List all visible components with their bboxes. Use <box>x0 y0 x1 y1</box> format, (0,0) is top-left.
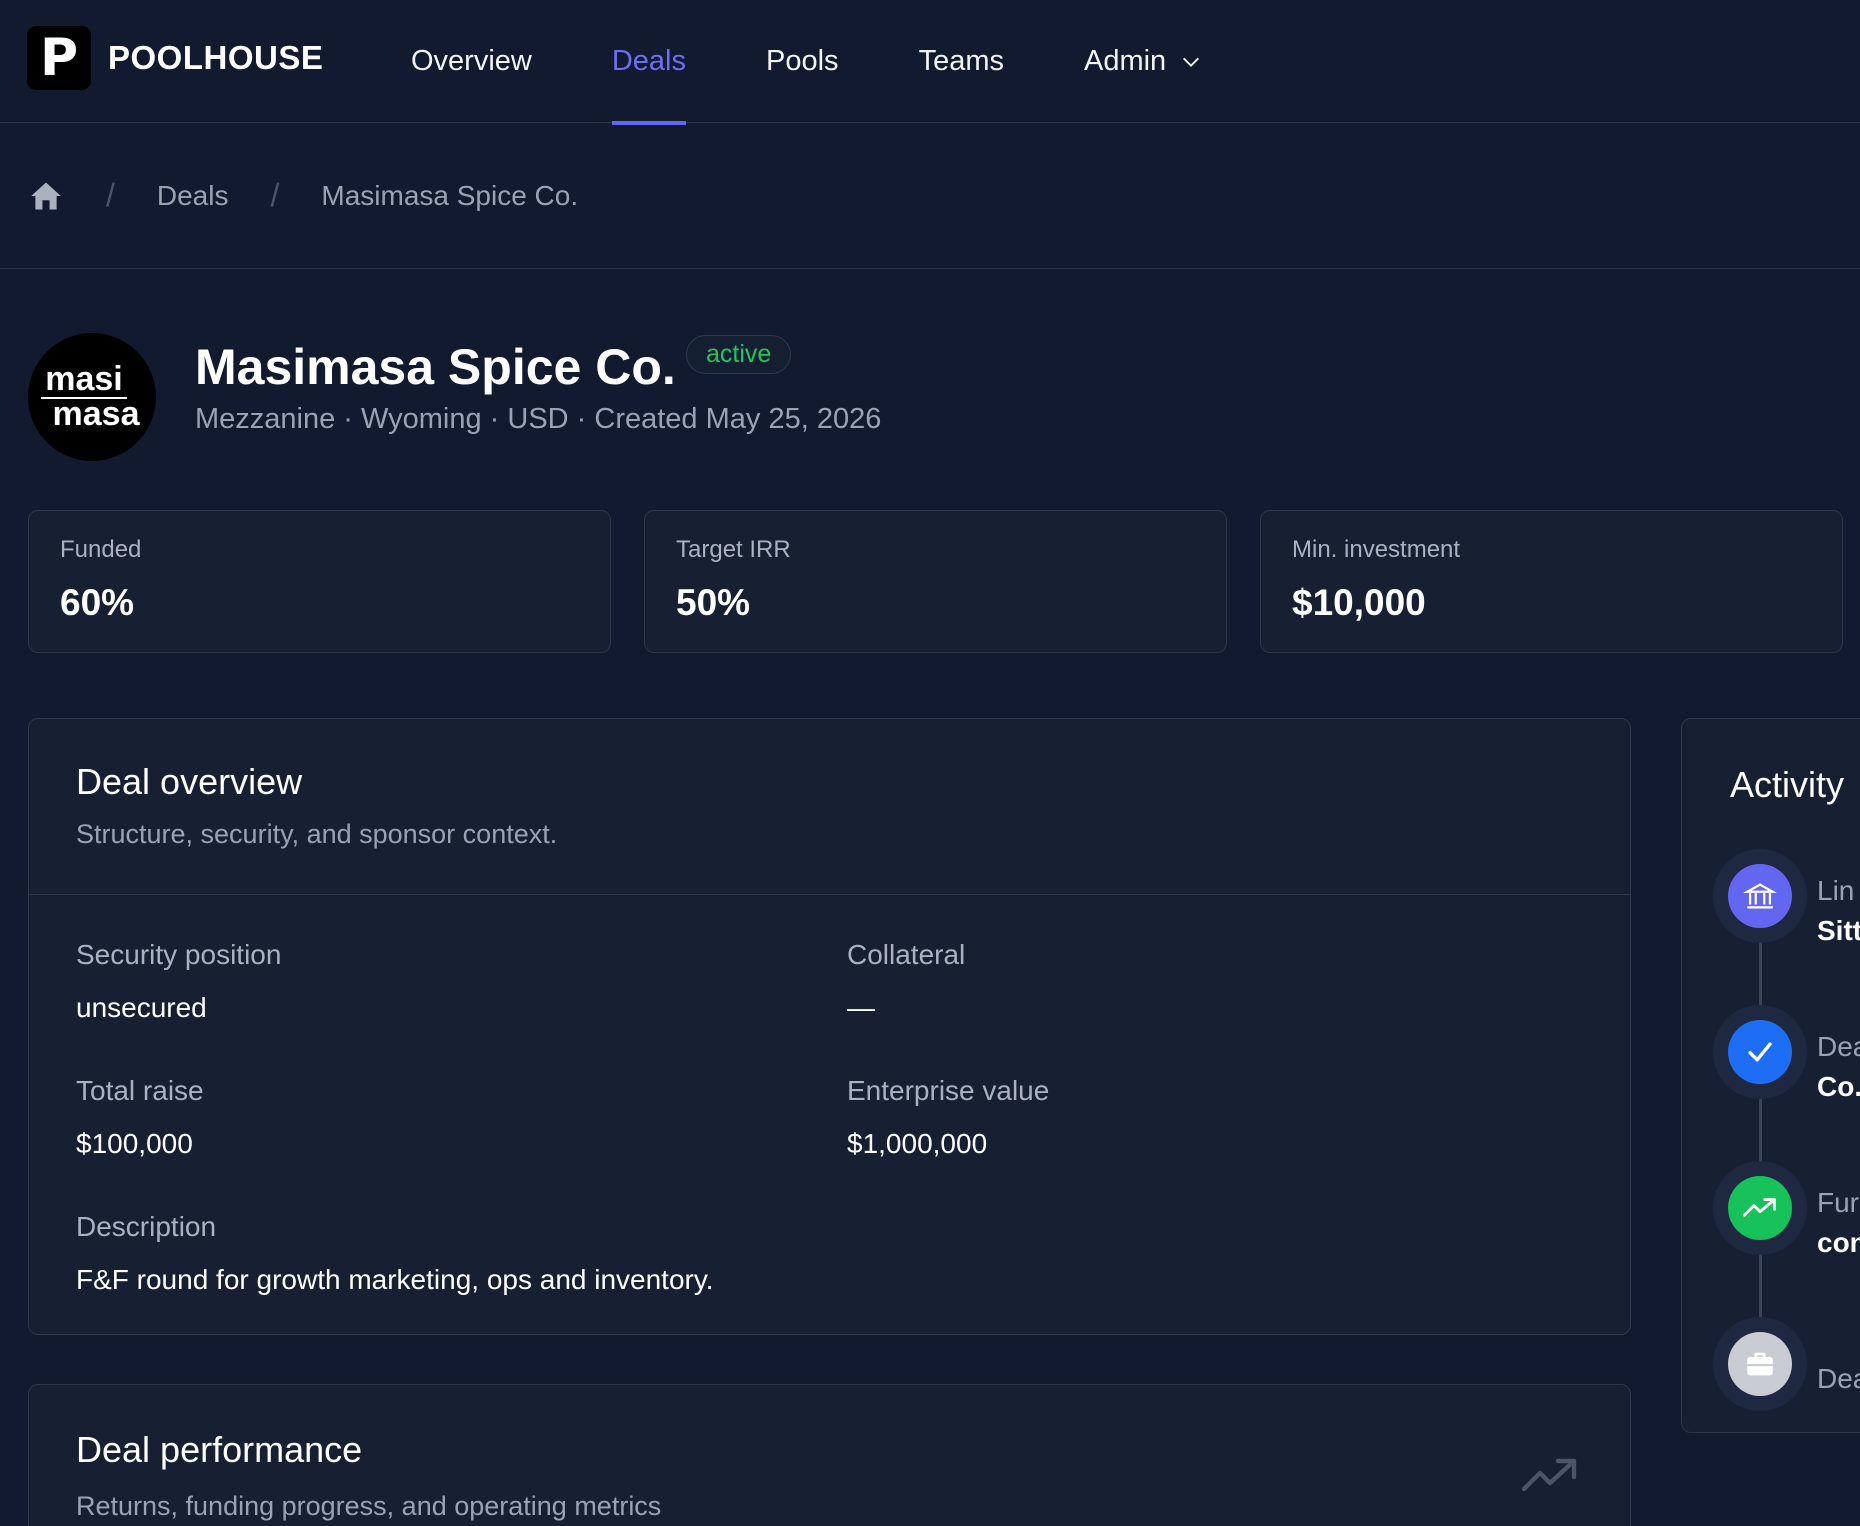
brand[interactable]: P POOLHOUSE <box>27 26 323 90</box>
deal-meta: Mezzanine · Wyoming · USD · Created May … <box>195 403 882 435</box>
brand-logo: P <box>27 26 91 90</box>
activity-item-text: Dea Co. <box>1817 1027 1860 1107</box>
deal-performance-header: Deal performance Returns, funding progre… <box>29 1385 1630 1522</box>
trending-up-icon <box>1728 1176 1792 1240</box>
check-icon <box>1728 1020 1792 1084</box>
deal-overview-panel: Deal overview Structure, security, and s… <box>28 718 1631 1335</box>
stat-value: $10,000 <box>1292 582 1426 623</box>
breadcrumb-separator: / <box>270 177 280 213</box>
deal-logo: masi masa <box>28 333 156 461</box>
field-security-position: Security position unsecured <box>76 939 281 1024</box>
activity-item-icon <box>1713 1161 1807 1255</box>
field-description: Description F&F round for growth marketi… <box>76 1211 714 1296</box>
field-label: Description <box>76 1211 217 1242</box>
top-navbar: P POOLHOUSE Overview Deals Pools Teams A… <box>0 0 1860 125</box>
home-icon[interactable] <box>28 179 64 213</box>
nav-admin-label: Admin <box>1083 45 1167 77</box>
activity-line1: Dea <box>1817 1031 1860 1062</box>
activity-item-icon <box>1713 1005 1807 1099</box>
nav-teams[interactable]: Teams <box>899 0 1024 123</box>
activity-line1: Fur <box>1817 1187 1859 1218</box>
deal-overview-subtitle: Structure, security, and sponsor context… <box>76 819 558 849</box>
field-collateral: Collateral — <box>847 939 965 1024</box>
field-value: unsecured <box>76 992 207 1023</box>
field-label: Enterprise value <box>847 1075 1050 1106</box>
stat-card-funded: Funded 60% <box>28 510 611 653</box>
breadcrumb-current: Masimasa Spice Co. <box>321 179 579 211</box>
breadcrumb: / Deals / Masimasa Spice Co. <box>0 123 1860 269</box>
activity-line1: Lin <box>1817 875 1855 906</box>
deal-logo-line2: masa <box>52 395 140 433</box>
activity-item-text: Dea <box>1817 1359 1860 1399</box>
activity-item-text: Fur con <box>1817 1183 1860 1263</box>
nav-pools[interactable]: Pools <box>746 0 859 123</box>
bank-icon <box>1728 864 1792 928</box>
activity-line1: Dea <box>1817 1363 1860 1394</box>
activity-line2: Co. <box>1817 1071 1860 1102</box>
deal-performance-panel: Deal performance Returns, funding progre… <box>28 1384 1631 1526</box>
field-label: Collateral <box>847 939 966 970</box>
page-title: Masimasa Spice Co. <box>195 339 676 395</box>
stat-label: Funded <box>60 536 142 563</box>
deal-performance-title: Deal performance <box>76 1429 363 1470</box>
brand-name: POOLHOUSE <box>108 39 324 76</box>
deal-overview-header: Deal overview Structure, security, and s… <box>29 719 1630 895</box>
deal-logo-line1: masi <box>41 362 127 399</box>
activity-panel: Activity Lin Sitt Dea Co. Fur con Dea <box>1681 718 1860 1433</box>
activity-title: Activity <box>1730 764 1845 805</box>
trending-up-icon <box>1521 1458 1577 1492</box>
stat-label: Min. investment <box>1292 536 1461 563</box>
field-label: Security position <box>76 939 282 970</box>
field-value: — <box>847 992 875 1023</box>
stat-value: 50% <box>676 582 751 623</box>
stat-value: 60% <box>60 582 135 623</box>
field-value: $1,000,000 <box>847 1128 988 1159</box>
field-value: $100,000 <box>76 1128 193 1159</box>
nav-overview[interactable]: Overview <box>391 0 552 123</box>
stat-label: Target IRR <box>676 536 791 563</box>
activity-line2: Sitt <box>1817 915 1860 946</box>
activity-item-icon <box>1713 849 1807 943</box>
breadcrumb-deals[interactable]: Deals <box>157 180 229 212</box>
main-nav: Overview Deals Pools Teams Admin <box>391 0 1262 125</box>
field-total-raise: Total raise $100,000 <box>76 1075 204 1160</box>
field-enterprise-value: Enterprise value $1,000,000 <box>847 1075 1049 1160</box>
stat-card-target-irr: Target IRR 50% <box>644 510 1227 653</box>
activity-item-text: Lin Sitt <box>1817 871 1860 951</box>
chevron-down-icon <box>1183 57 1200 67</box>
deal-overview-title: Deal overview <box>76 761 303 802</box>
deal-performance-subtitle: Returns, funding progress, and operating… <box>76 1491 662 1521</box>
timeline-line <box>1759 899 1762 1369</box>
breadcrumb-separator: / <box>106 177 115 213</box>
briefcase-icon <box>1728 1332 1792 1396</box>
nav-admin[interactable]: Admin <box>1064 0 1222 123</box>
status-badge: active <box>686 335 792 374</box>
field-label: Total raise <box>76 1075 204 1106</box>
activity-line2: con <box>1817 1227 1860 1258</box>
activity-item-icon <box>1713 1317 1807 1411</box>
stat-card-min-investment: Min. investment $10,000 <box>1260 510 1843 653</box>
nav-deals[interactable]: Deals <box>592 0 706 125</box>
field-value: F&F round for growth marketing, ops and … <box>76 1264 714 1295</box>
